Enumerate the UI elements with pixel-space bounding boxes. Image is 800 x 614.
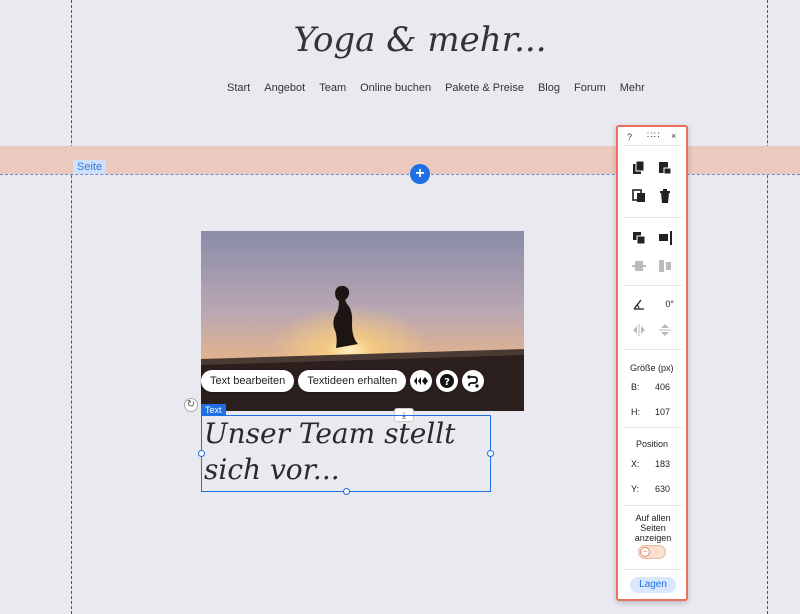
panel-divider (624, 217, 682, 218)
panel-divider (624, 285, 682, 286)
show-on-all-pages-label: Auf allen Seiten anzeigen (634, 513, 672, 543)
panel-divider (624, 349, 682, 350)
width-value[interactable]: 406 (640, 382, 670, 392)
size-section-title: Größe (px) (630, 363, 674, 373)
svg-text:?: ? (444, 377, 450, 388)
nav-item-forum[interactable]: Forum (574, 82, 606, 94)
position-section-title: Position (636, 439, 669, 449)
element-properties-panel: ? ∷∷ × 0° Größe (px) B: 406 H: 107 Posit… (616, 125, 688, 601)
page-section-label: Seite (73, 160, 107, 174)
panel-divider (624, 145, 682, 146)
panel-divider (624, 427, 682, 428)
y-value[interactable]: 630 (640, 484, 670, 494)
text-element-toolbar: Text bearbeiten Textideen erhalten ? (201, 370, 485, 392)
nav-item-mehr[interactable]: Mehr (620, 82, 645, 94)
text-ideas-button[interactable]: Textideen erhalten (298, 370, 407, 392)
resize-handle-left[interactable] (198, 450, 205, 457)
help-icon[interactable]: ? (436, 370, 459, 392)
team-heading[interactable]: Unser Team stellt sich vor... (204, 416, 504, 488)
resize-handle-bottom[interactable] (343, 488, 350, 495)
paste-icon[interactable] (658, 161, 672, 175)
panel-divider (624, 505, 682, 506)
connect-icon[interactable] (462, 370, 485, 392)
nav-item-team[interactable]: Team (319, 82, 346, 94)
copy-icon[interactable] (632, 161, 646, 175)
site-nav: Start Angebot Team Online buchen Pakete … (227, 82, 659, 94)
duplicate-icon[interactable] (632, 189, 646, 203)
panel-divider (624, 569, 682, 570)
y-label: Y: (631, 484, 640, 494)
flip-vertical-icon[interactable] (658, 323, 672, 337)
nav-item-angebot[interactable]: Angebot (264, 82, 305, 94)
x-label: X: (631, 459, 640, 469)
resize-handle-right[interactable] (487, 450, 494, 457)
layers-button[interactable]: Lagen (630, 577, 676, 593)
width-label: B: (631, 382, 640, 392)
delete-icon[interactable] (658, 189, 672, 203)
match-size-icon[interactable] (658, 259, 672, 273)
nav-item-start[interactable]: Start (227, 82, 250, 94)
align-right-icon[interactable] (658, 231, 672, 245)
selected-text-element[interactable]: Unser Team stellt sich vor... (198, 415, 494, 495)
flip-horizontal-icon[interactable] (632, 323, 646, 337)
rotation-value[interactable]: 0° (644, 299, 674, 309)
nav-item-blog[interactable]: Blog (538, 82, 560, 94)
panel-close-icon[interactable]: × (671, 131, 676, 141)
show-on-all-pages-toggle[interactable]: – (638, 545, 666, 559)
panel-header: ? ∷∷ × (618, 129, 686, 145)
panel-drag-handle-icon[interactable]: ∷∷ (647, 130, 660, 141)
left-gridline (71, 0, 72, 614)
panel-help-icon[interactable]: ? (627, 132, 632, 142)
height-value[interactable]: 107 (640, 407, 670, 417)
arrange-forward-icon[interactable] (632, 231, 646, 245)
nav-item-online-buchen[interactable]: Online buchen (360, 82, 431, 94)
add-section-button[interactable]: + (410, 164, 430, 184)
edit-text-button[interactable]: Text bearbeiten (201, 370, 295, 392)
x-value[interactable]: 183 (640, 459, 670, 469)
animation-icon[interactable] (410, 370, 433, 392)
nav-item-pakete-preise[interactable]: Pakete & Preise (445, 82, 524, 94)
right-gridline (767, 0, 768, 614)
site-title[interactable]: Yoga & mehr... (0, 20, 800, 60)
toggle-knob: – (640, 547, 650, 557)
rotate-handle-icon[interactable]: ↻ (184, 398, 198, 412)
distribute-icon[interactable] (632, 259, 646, 273)
height-label: H: (631, 407, 640, 417)
